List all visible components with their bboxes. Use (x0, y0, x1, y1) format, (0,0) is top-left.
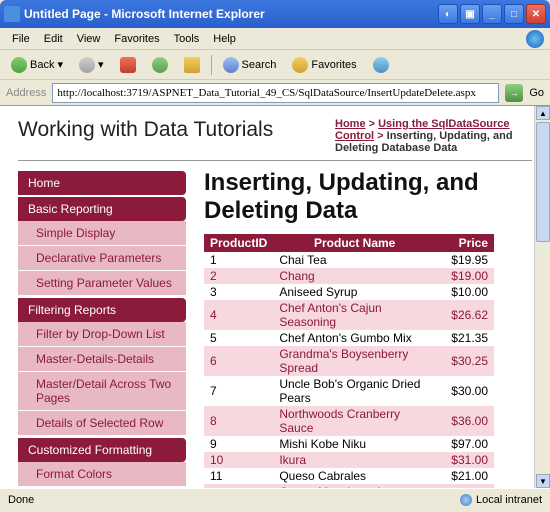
table-row: 12Queso Manchego La Pastora$38.00 (204, 484, 494, 488)
media-icon (373, 57, 389, 73)
forward-icon (79, 57, 95, 73)
window-title: Untitled Page - Microsoft Internet Explo… (24, 7, 438, 21)
table-row: 6Grandma's Boysenberry Spread$30.25 (204, 346, 494, 376)
menu-file[interactable]: File (6, 31, 36, 47)
nav-home[interactable]: Home (18, 171, 186, 195)
vertical-scrollbar[interactable]: ▲ ▼ (534, 106, 550, 488)
nav-item[interactable]: Master-Details-Details (18, 347, 186, 372)
home-button[interactable] (179, 55, 205, 75)
favorites-button[interactable]: Favorites (287, 55, 361, 75)
refresh-icon (152, 57, 168, 73)
scroll-thumb[interactable] (536, 122, 550, 242)
ie-app-icon (4, 6, 20, 22)
table-row: 5Chef Anton's Gumbo Mix$21.35 (204, 330, 494, 346)
status-text: Done (8, 494, 34, 506)
nav-basic-reporting[interactable]: Basic Reporting (18, 197, 186, 221)
nav-filtering-reports[interactable]: Filtering Reports (18, 298, 186, 322)
titlebar: Untitled Page - Microsoft Internet Explo… (0, 0, 550, 28)
menu-tools[interactable]: Tools (168, 31, 206, 47)
zone-text: Local intranet (476, 494, 542, 506)
breadcrumb-home[interactable]: Home (335, 118, 366, 130)
close-button[interactable]: ✕ (526, 4, 546, 24)
search-button[interactable]: Search (218, 55, 282, 75)
address-input[interactable] (52, 83, 499, 103)
media-button[interactable] (368, 55, 394, 75)
divider (18, 160, 532, 161)
content-heading: Inserting, Updating, and Deleting Data (204, 169, 532, 224)
nav-item[interactable]: Declarative Parameters (18, 246, 186, 271)
forward-button[interactable]: ▾ (74, 55, 109, 75)
status-bar: Done Local intranet (0, 488, 550, 510)
menu-favorites[interactable]: Favorites (108, 31, 165, 47)
table-row: 1Chai Tea$19.95 (204, 252, 494, 268)
menu-edit[interactable]: Edit (38, 31, 69, 47)
zone-icon (460, 494, 472, 506)
go-button[interactable]: → (505, 84, 523, 102)
toolbar: Back ▾ ▾ Search Favorites (0, 50, 550, 80)
table-row: 4Chef Anton's Cajun Seasoning$26.62 (204, 300, 494, 330)
menu-help[interactable]: Help (207, 31, 242, 47)
refresh-button[interactable] (147, 55, 173, 75)
star-icon (292, 57, 308, 73)
table-row: 2Chang$19.00 (204, 268, 494, 284)
col-price: Price (436, 234, 494, 252)
table-row: 11Queso Cabrales$21.00 (204, 468, 494, 484)
nav-item[interactable]: Details of Selected Row (18, 411, 186, 436)
address-label: Address (6, 87, 46, 99)
page-content: ▲ ▼ Working with Data Tutorials Home > U… (0, 106, 550, 488)
sidebar: Home Basic Reporting Simple DisplayDecla… (18, 169, 186, 488)
nav-customized-formatting[interactable]: Customized Formatting (18, 438, 186, 462)
go-label: Go (529, 87, 544, 99)
nav-item[interactable]: Master/Detail Across Two Pages (18, 372, 186, 411)
table-row: 9Mishi Kobe Niku$97.00 (204, 436, 494, 452)
product-grid: ProductID Product Name Price 1Chai Tea$1… (204, 234, 494, 488)
search-icon (223, 57, 239, 73)
stop-icon (120, 57, 136, 73)
nav-item[interactable]: Filter by Drop-Down List (18, 322, 186, 347)
table-row: 8Northwoods Cranberry Sauce$36.00 (204, 406, 494, 436)
separator (211, 55, 212, 75)
scroll-down-icon[interactable]: ▼ (536, 474, 550, 488)
address-bar: Address → Go (0, 80, 550, 106)
scroll-up-icon[interactable]: ▲ (536, 106, 550, 120)
nav-item[interactable]: Simple Display (18, 221, 186, 246)
col-productid: ProductID (204, 234, 273, 252)
ie-logo-icon (526, 30, 544, 48)
minimize-button[interactable]: _ (482, 4, 502, 24)
home-icon (184, 57, 200, 73)
nav-item[interactable]: Format Colors (18, 462, 186, 487)
table-row: 7Uncle Bob's Organic Dried Pears$30.00 (204, 376, 494, 406)
nav-item[interactable]: Setting Parameter Values (18, 271, 186, 296)
menu-view[interactable]: View (71, 31, 107, 47)
main: Inserting, Updating, and Deleting Data P… (204, 169, 532, 488)
back-button[interactable]: Back ▾ (6, 55, 68, 75)
back-icon (11, 57, 27, 73)
maximize-button[interactable]: □ (504, 4, 524, 24)
stop-button[interactable] (115, 55, 141, 75)
col-productname: Product Name (273, 234, 436, 252)
breadcrumb: Home > Using the SqlDataSource Control >… (335, 118, 520, 154)
theme-button-2[interactable]: ▣ (460, 4, 480, 24)
theme-button-1[interactable]: ◐ (438, 4, 458, 24)
table-row: 3Aniseed Syrup$10.00 (204, 284, 494, 300)
table-row: 10Ikura$31.00 (204, 452, 494, 468)
menubar: File Edit View Favorites Tools Help (0, 28, 550, 50)
